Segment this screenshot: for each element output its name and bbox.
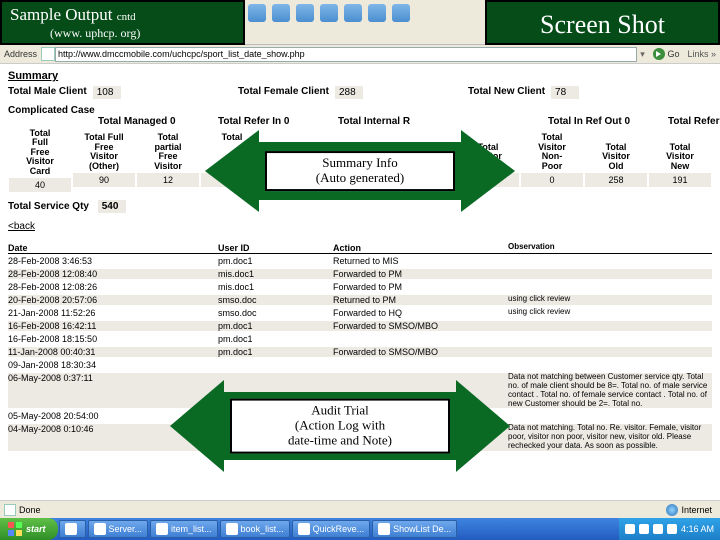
grid-value: 12: [137, 173, 199, 187]
taskbar-button[interactable]: QuickReve...: [292, 520, 371, 538]
grid-value: 90: [73, 173, 135, 187]
go-arrow-icon: [653, 48, 665, 60]
grid-header: TotalVisitorNew: [648, 129, 712, 171]
page-icon: [41, 47, 55, 61]
log-row: 28-Feb-2008 3:46:53pm.doc1Returned to MI…: [8, 254, 712, 267]
male-label: Total Male Client: [8, 86, 93, 97]
summary-grid-col: TotalFullFreeVisitorCard 40: [8, 129, 72, 194]
new-value: 78: [551, 86, 579, 99]
female-label: Total Female Client: [238, 86, 335, 97]
windows-logo-icon: [8, 522, 22, 536]
summary-grid-col: TotalVisitorNon-Poor 0: [520, 129, 584, 194]
managed-label: Total Managed 0: [98, 116, 218, 127]
taskbar-app-icon: [226, 523, 238, 535]
tray-icon[interactable]: [639, 524, 649, 534]
url-input[interactable]: [55, 47, 637, 62]
grid-value: 0: [521, 173, 583, 187]
referout-label: Total Refer Out 0: [668, 116, 720, 127]
tray-icon[interactable]: [653, 524, 663, 534]
new-label: Total New Client: [468, 86, 551, 97]
taskbar-button[interactable]: Server...: [88, 520, 149, 538]
screenshot-label-banner: Screen Shot: [485, 0, 720, 45]
grid-value: 191: [649, 173, 711, 187]
total-service-value: 540: [98, 200, 126, 213]
summary-grid-col: TotalpartialFreeVisitor 12: [136, 129, 200, 194]
log-row: 16-Feb-2008 16:42:11pm.doc1Forwarded to …: [8, 319, 712, 332]
callout-audit-trial: Audit Trial (Action Log with date-time a…: [170, 380, 510, 472]
taskbar-button[interactable]: ShowList De...: [372, 520, 457, 538]
tray-icon[interactable]: [625, 524, 635, 534]
summary-grid-col: Total FullFreeVisitor(Other) 90: [72, 129, 136, 194]
internet-zone-icon: [666, 504, 678, 516]
referin-label: Total Refer In 0: [218, 116, 338, 127]
female-value: 288: [335, 86, 363, 99]
taskbar-app-icon: [94, 523, 106, 535]
total-service-label: Total Service Qty: [8, 201, 89, 212]
taskbar-clock: 4:16 AM: [681, 524, 714, 534]
col-user: User ID: [218, 243, 333, 253]
slide-title-banner: Sample Output cntd (www. uphcp. org): [0, 0, 245, 45]
log-row: 20-Feb-2008 20:57:06smso.docReturned to …: [8, 293, 712, 306]
summary-heading: Summary: [8, 70, 712, 82]
browser-status-bar: Done Internet: [0, 500, 720, 518]
male-value: 108: [93, 86, 121, 99]
taskbar-app-icon: [378, 523, 390, 535]
complicated-heading: Complicated Case: [8, 105, 712, 116]
taskbar-button[interactable]: book_list...: [220, 520, 290, 538]
log-row: 28-Feb-2008 12:08:40mis.doc1Forwarded to…: [8, 267, 712, 280]
grid-header: Total FullFreeVisitor(Other): [72, 129, 136, 171]
status-zone: Internet: [681, 505, 712, 515]
grid-value: 258: [585, 173, 647, 187]
go-button[interactable]: Go: [653, 48, 679, 60]
taskbar-app-icon: [65, 523, 77, 535]
col-date: Date: [8, 243, 218, 253]
taskbar-button[interactable]: [59, 520, 86, 538]
log-row: 21-Jan-2008 11:52:26smso.docForwarded to…: [8, 306, 712, 319]
chevron-down-icon[interactable]: ▾: [637, 49, 647, 60]
system-tray[interactable]: 4:16 AM: [619, 518, 720, 540]
grid-header: TotalVisitorNon-Poor: [520, 129, 584, 171]
col-action: Action: [333, 243, 508, 253]
start-button[interactable]: start: [0, 518, 58, 540]
summary-grid-col: TotalVisitorOld 258: [584, 129, 648, 194]
address-bar: Address ▾ Go Links »: [0, 45, 720, 64]
grid-header: TotalpartialFreeVisitor: [136, 129, 200, 171]
done-icon: [4, 504, 16, 516]
links-menu[interactable]: Links »: [685, 49, 720, 59]
log-row: 11-Jan-2008 00:40:31pm.doc1Forwarded to …: [8, 345, 712, 358]
inrefout-label: Total In Ref Out 0: [548, 116, 668, 127]
taskbar-app-icon: [156, 523, 168, 535]
callout-summary-info: Summary Info (Auto generated): [205, 130, 515, 212]
log-row: 16-Feb-2008 18:15:50pm.doc1: [8, 332, 712, 345]
col-observation: Observation: [508, 243, 712, 253]
internal-label: Total Internal R: [338, 116, 458, 127]
taskbar-app-icon: [298, 523, 310, 535]
summary-grid-col: TotalVisitorNew 191: [648, 129, 712, 194]
grid-header: TotalFullFreeVisitorCard: [8, 129, 72, 176]
grid-header: TotalVisitorOld: [584, 129, 648, 171]
windows-taskbar: start Server...item_list...book_list...Q…: [0, 518, 720, 540]
taskbar-button[interactable]: item_list...: [150, 520, 218, 538]
grid-value: 40: [9, 178, 71, 192]
tray-icon[interactable]: [667, 524, 677, 534]
address-label: Address: [0, 49, 41, 59]
log-row: 09-Jan-2008 18:30:34: [8, 358, 712, 371]
log-row: 28-Feb-2008 12:08:26mis.doc1Forwarded to…: [8, 280, 712, 293]
back-link[interactable]: <back: [8, 221, 35, 232]
status-done: Done: [19, 505, 41, 515]
